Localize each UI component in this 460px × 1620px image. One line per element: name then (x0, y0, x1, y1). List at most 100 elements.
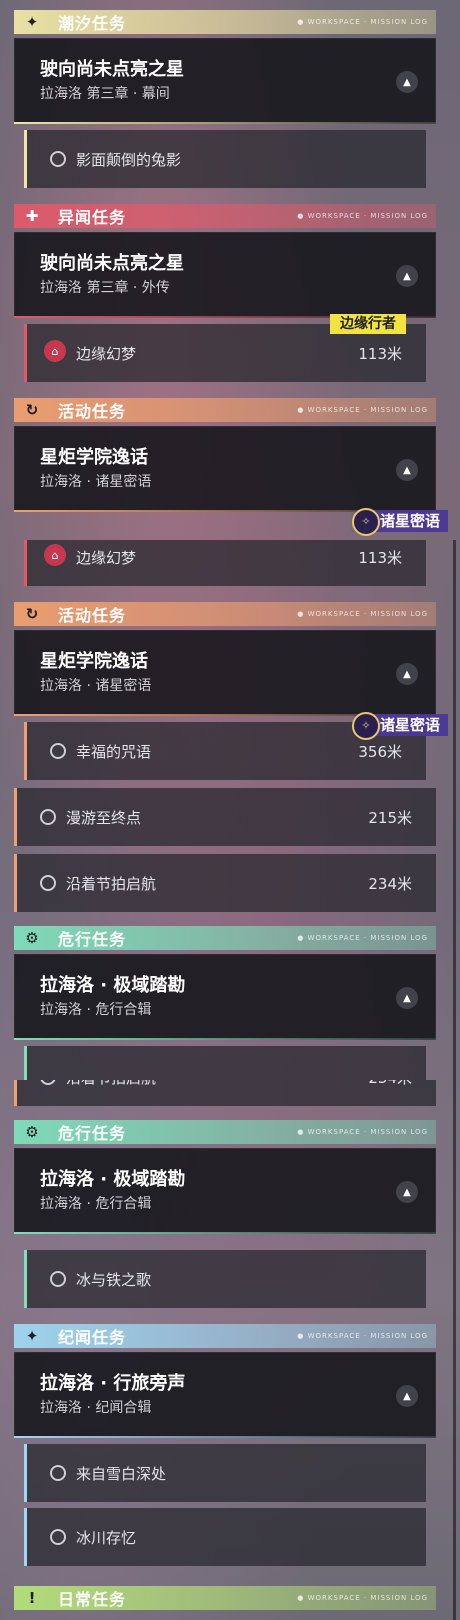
task-distance: 356米 (358, 743, 402, 761)
quest-title: 驶向尚未点亮之星 (40, 59, 184, 80)
task-item-edge-dream[interactable]: ⌂ 边缘幻梦 113米 边缘行者 (24, 314, 426, 382)
task-item-snow-deep[interactable]: 来自雪白深处 (24, 1444, 426, 1502)
gear-eye-icon: ⚙ (25, 1123, 39, 1141)
sparkle-plus-icon: ✚ (25, 207, 39, 225)
task-label: 冰与铁之歌 (76, 1271, 152, 1289)
task-accent-bar (24, 1508, 27, 1566)
circle-icon (50, 1529, 66, 1545)
chevron-up-icon[interactable]: ▲ (396, 663, 418, 685)
quest-title: 拉海洛 · 极域踏勘 (40, 975, 186, 996)
chevron-up-icon[interactable]: ▲ (396, 987, 418, 1009)
task-accent-bar (14, 1080, 17, 1106)
header-tagline: ● WORKSPACE · MISSION LOG (297, 18, 428, 26)
task-accent-bar (24, 324, 27, 382)
section-title-danger: 危行任务 (58, 1124, 127, 1143)
circle-icon (50, 1465, 66, 1481)
task-item-wander-end[interactable]: 漫游至终点 215米 (14, 788, 436, 846)
task-label: 沿着节拍启航 (66, 1080, 156, 1088)
section-header-chronicle[interactable]: ✦ 纪闻任务 ● WORKSPACE · MISSION LOG (14, 1324, 436, 1348)
task-item-inverted-rabbit[interactable]: 影面颠倒的兔影 (24, 130, 426, 188)
card-underline (14, 122, 436, 124)
task-label: 影面颠倒的兔影 (76, 151, 182, 169)
quest-title: 星炬学院逸话 (40, 651, 148, 672)
sparkle-icon: ✦ (25, 13, 39, 31)
quest-title: 驶向尚未点亮之星 (40, 253, 184, 274)
quest-card-event[interactable]: 星炬学院逸话 拉海洛 · 诸星密语 ▲ (14, 630, 436, 716)
star-whisper-tag: ✧ 诸星密语 (349, 508, 448, 536)
circle-icon (40, 809, 56, 825)
card-underline (14, 1232, 436, 1234)
quest-card-chronicle[interactable]: 拉海洛 · 行旅旁声 拉海洛 · 纪闻合辑 ▲ (14, 1352, 436, 1438)
gear-eye-icon: ⚙ (25, 929, 39, 947)
task-label: 沿着节拍启航 (66, 875, 157, 893)
chevron-up-icon[interactable]: ▲ (396, 1385, 418, 1407)
tag-label: 诸星密语 (379, 716, 440, 734)
section-header-danger[interactable]: ⚙ 危行任务 ● WORKSPACE · MISSION LOG (14, 926, 436, 950)
card-underline (14, 1436, 436, 1438)
chevron-up-icon[interactable]: ▲ (396, 71, 418, 93)
task-accent-bar (24, 1250, 27, 1308)
screenshot-segment-3: 沿着节拍启航 234米 ⚙ 危行任务 ● WORKSPACE · MISSION… (0, 1080, 460, 1620)
circle-icon (50, 151, 66, 167)
circle-icon (50, 743, 66, 759)
task-item-beat-sail[interactable]: 沿着节拍启航 234米 (14, 854, 436, 912)
quest-card-danger[interactable]: 拉海洛 · 极域踏勘 拉海洛 · 危行合辑 ▲ (14, 1148, 436, 1234)
task-label: 幸福的咒语 (76, 743, 152, 761)
quest-card-rumor[interactable]: 驶向尚未点亮之星 拉海洛 第三章 · 外传 ▲ (14, 232, 436, 318)
section-header-tide[interactable]: ✦ 潮汐任务 ● WORKSPACE · MISSION LOG (14, 10, 436, 34)
header-tagline: ● WORKSPACE · MISSION LOG (297, 610, 428, 618)
section-title-tide: 潮汐任务 (58, 14, 127, 33)
cycle-arrow-icon: ↻ (25, 401, 39, 419)
tag-label: 诸星密语 (379, 512, 440, 530)
exclamation-icon: ! (28, 1589, 36, 1607)
header-tagline: ● WORKSPACE · MISSION LOG (297, 212, 428, 220)
star-compass-icon: ✧ (351, 712, 380, 740)
header-tagline: ● WORKSPACE · MISSION LOG (297, 1128, 428, 1136)
sparkle-icon: ✦ (25, 1327, 39, 1345)
task-item-partial[interactable] (24, 1046, 426, 1080)
task-label: 边缘幻梦 (76, 345, 137, 363)
task-accent-bar (24, 1444, 27, 1502)
scrollbar[interactable] (453, 540, 456, 1080)
section-title-event: 活动任务 (58, 402, 127, 421)
chevron-up-icon[interactable]: ▲ (396, 265, 418, 287)
circle-icon (50, 1271, 66, 1287)
task-item-edge-dream[interactable]: ⌂ 边缘幻梦 113米 (24, 540, 426, 586)
section-header-event[interactable]: ↻ 活动任务 ● WORKSPACE · MISSION LOG (14, 602, 436, 626)
quest-card-event[interactable]: 星炬学院逸话 拉海洛 · 诸星密语 ▲ (14, 426, 436, 512)
circle-icon (40, 875, 56, 891)
task-accent-bar (24, 540, 27, 586)
quest-subtitle: 拉海洛 · 纪闻合辑 (40, 1400, 152, 1416)
task-item-beat-sail[interactable]: 沿着节拍启航 234米 (14, 1080, 436, 1106)
chevron-up-icon[interactable]: ▲ (396, 459, 418, 481)
task-accent-bar (24, 130, 27, 188)
task-item-ice-iron[interactable]: 冰与铁之歌 (24, 1250, 426, 1308)
quest-title: 星炬学院逸话 (40, 447, 148, 468)
task-accent-bar (24, 722, 27, 780)
section-header-event[interactable]: ↻ 活动任务 ● WORKSPACE · MISSION LOG (14, 398, 436, 422)
section-header-rumor[interactable]: ✚ 异闻任务 ● WORKSPACE · MISSION LOG (14, 204, 436, 228)
task-label: 漫游至终点 (66, 809, 142, 827)
screenshot-segment-1: ✦ 潮汐任务 ● WORKSPACE · MISSION LOG 驶向尚未点亮之… (0, 0, 460, 540)
quest-subtitle: 拉海洛 · 诸星密语 (40, 474, 152, 490)
scrollbar[interactable] (453, 1080, 456, 1620)
quest-card-tide[interactable]: 驶向尚未点亮之星 拉海洛 第三章 · 幕间 ▲ (14, 38, 436, 124)
task-distance: 113米 (358, 345, 402, 363)
quest-title: 拉海洛 · 极域踏勘 (40, 1169, 186, 1190)
quest-subtitle: 拉海洛 第三章 · 外传 (40, 280, 170, 296)
task-accent-bar (24, 1046, 27, 1080)
section-header-danger[interactable]: ⚙ 危行任务 ● WORKSPACE · MISSION LOG (14, 1120, 436, 1144)
map-pin-icon: ⌂ (44, 340, 66, 362)
screenshot-segment-2: ⌂ 边缘幻梦 113米 ↻ 活动任务 ● WORKSPACE · MISSION… (0, 540, 460, 1080)
section-title-event: 活动任务 (58, 606, 127, 625)
header-tagline: ● WORKSPACE · MISSION LOG (297, 934, 428, 942)
quest-subtitle: 拉海洛 · 诸星密语 (40, 678, 152, 694)
section-header-daily[interactable]: ! 日常任务 ● WORKSPACE · MISSION LOG (14, 1586, 436, 1610)
section-title-daily: 日常任务 (58, 1590, 127, 1609)
map-pin-icon: ⌂ (44, 544, 66, 566)
card-underline (14, 1038, 436, 1040)
task-item-glacier[interactable]: 冰川存忆 (24, 1508, 426, 1566)
header-tagline: ● WORKSPACE · MISSION LOG (297, 1332, 428, 1340)
chevron-up-icon[interactable]: ▲ (396, 1181, 418, 1203)
quest-card-danger[interactable]: 拉海洛 · 极域踏勘 拉海洛 · 危行合辑 ▲ (14, 954, 436, 1040)
